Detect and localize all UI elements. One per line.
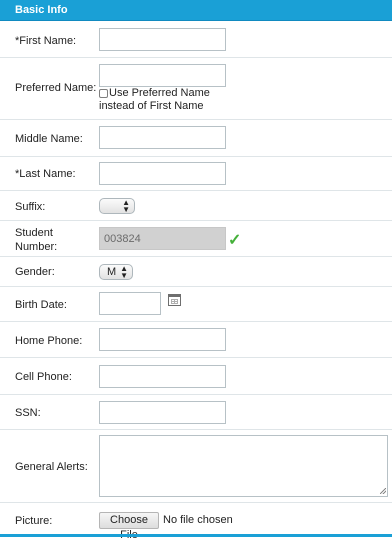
birth-date-row: Birth Date: — [0, 287, 392, 322]
section-header: Basic Info — [0, 0, 392, 21]
cell-phone-row: Cell Phone: — [0, 358, 392, 395]
middle-name-label: Middle Name: — [15, 133, 83, 145]
gender-label: Gender: — [15, 266, 55, 278]
select-arrows-icon: ▲ ▼ — [122, 198, 130, 214]
section-title: Basic Info — [15, 4, 68, 16]
birth-date-label: Birth Date: — [15, 299, 67, 311]
student-number-row: Student Number: ✓ — [0, 221, 392, 257]
use-preferred-name-checkbox[interactable] — [99, 89, 108, 98]
home-phone-label: Home Phone: — [15, 335, 83, 347]
picture-label: Picture: — [15, 515, 53, 527]
gender-select[interactable]: M ▲ ▼ — [99, 264, 133, 280]
student-number-label-line1: Student — [15, 227, 53, 239]
first-name-label: *First Name: — [15, 35, 77, 47]
general-alerts-label: General Alerts: — [15, 461, 88, 473]
last-name-label: *Last Name: — [15, 168, 76, 180]
basic-info-panel: Basic Info *First Name: Preferred Name: … — [0, 0, 392, 541]
middle-name-row: Middle Name: — [0, 120, 392, 157]
gender-value: M — [107, 266, 117, 278]
suffix-row: Suffix: ▲ ▼ — [0, 191, 392, 221]
ssn-row: SSN: — [0, 395, 392, 430]
general-alerts-row: General Alerts: — [0, 430, 392, 503]
use-preferred-name-label-cont: instead of First Name — [99, 100, 204, 112]
suffix-select[interactable]: ▲ ▼ — [99, 198, 135, 214]
gender-row: Gender: M ▲ ▼ — [0, 257, 392, 287]
middle-name-input[interactable] — [99, 126, 226, 149]
ssn-input[interactable] — [99, 401, 226, 424]
first-name-row: *First Name: — [0, 21, 392, 58]
preferred-name-label: Preferred Name: — [15, 82, 97, 94]
resize-grip-icon[interactable] — [380, 488, 386, 494]
check-icon: ✓ — [228, 232, 242, 249]
suffix-label: Suffix: — [15, 201, 46, 213]
last-name-input[interactable] — [99, 162, 226, 185]
picture-row: Picture: Choose File No file chosen — [0, 503, 392, 541]
use-preferred-name-label: Use Preferred Name — [109, 87, 210, 99]
preferred-name-input[interactable] — [99, 64, 226, 87]
student-number-label-line2: Number: — [15, 241, 58, 253]
preferred-name-row: Preferred Name: Use Preferred Name inste… — [0, 58, 392, 120]
cell-phone-label: Cell Phone: — [15, 371, 72, 383]
student-number-label: Student Number: — [15, 226, 57, 254]
ssn-label: SSN: — [15, 407, 41, 419]
choose-file-button[interactable]: Choose File — [99, 512, 159, 541]
birth-date-input[interactable] — [99, 292, 161, 315]
last-name-row: *Last Name: — [0, 157, 392, 191]
home-phone-row: Home Phone: — [0, 322, 392, 358]
file-status: No file chosen — [163, 514, 233, 526]
student-number-input — [99, 227, 226, 250]
cell-phone-input[interactable] — [99, 365, 226, 388]
first-name-input[interactable] — [99, 28, 226, 51]
calendar-icon[interactable] — [168, 294, 181, 306]
select-arrows-icon: ▲ ▼ — [120, 264, 128, 280]
general-alerts-textarea[interactable] — [99, 435, 388, 497]
home-phone-input[interactable] — [99, 328, 226, 351]
